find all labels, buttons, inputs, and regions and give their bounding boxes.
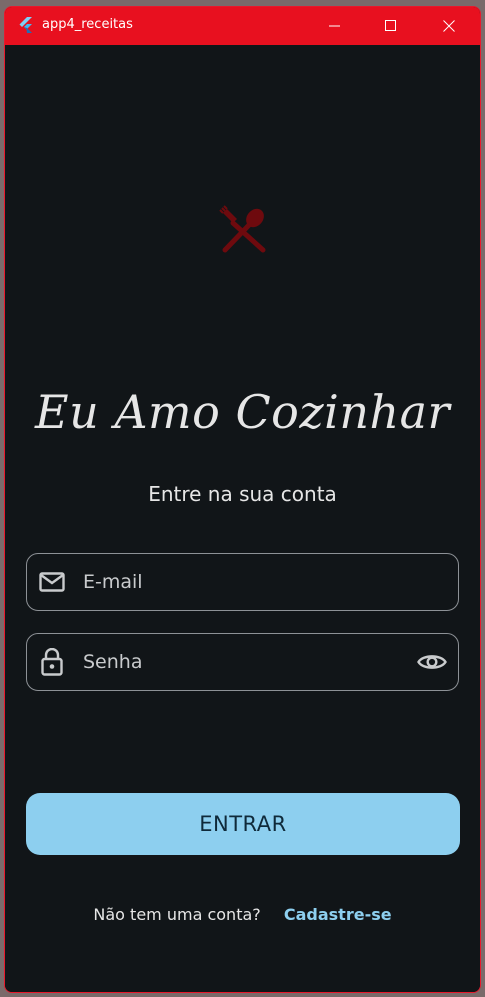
- flutter-icon: [17, 16, 35, 34]
- lock-icon: [38, 648, 66, 676]
- app-title: Eu Amo Cozinhar: [35, 385, 450, 439]
- minimize-button[interactable]: [312, 7, 358, 45]
- login-screen: Eu Amo Cozinhar Entre na sua conta E-mai…: [5, 45, 480, 992]
- email-input[interactable]: [81, 561, 458, 603]
- mail-icon: [38, 568, 66, 596]
- signup-link[interactable]: Cadastre-se: [284, 905, 392, 924]
- eye-icon[interactable]: [416, 646, 448, 678]
- login-button[interactable]: ENTRAR: [26, 793, 460, 855]
- maximize-icon: [385, 17, 397, 36]
- window-title: app4_receitas: [42, 17, 133, 32]
- close-button[interactable]: [426, 7, 472, 45]
- close-icon: [443, 17, 455, 36]
- signup-row: Não tem uma conta? Cadastre-se: [5, 905, 480, 924]
- email-field[interactable]: [26, 553, 459, 611]
- password-field[interactable]: [26, 633, 459, 691]
- password-input[interactable]: [81, 641, 416, 683]
- signup-question: Não tem uma conta?: [93, 905, 261, 924]
- title-bar[interactable]: app4_receitas: [5, 7, 480, 45]
- fork-spoon-icon: [219, 205, 269, 255]
- minimize-icon: [329, 17, 341, 36]
- app-window: app4_receitas Eu Amo Cozinhar Entre na s…: [4, 6, 481, 993]
- login-subtitle: Entre na sua conta: [148, 482, 337, 506]
- maximize-button[interactable]: [368, 7, 414, 45]
